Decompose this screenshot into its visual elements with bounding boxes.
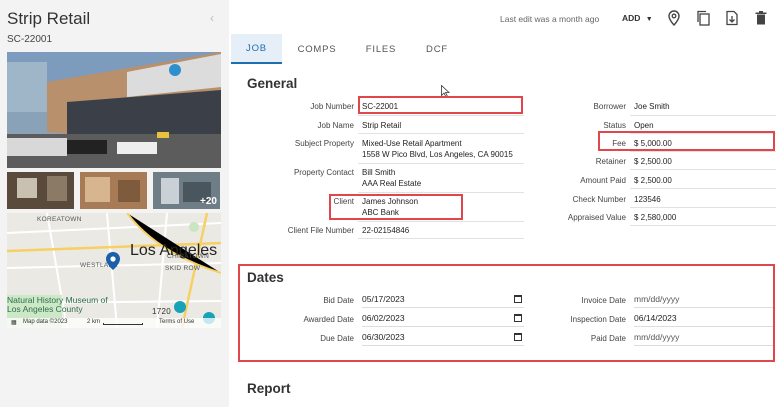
client-file-number-label: Client File Number xyxy=(287,226,354,235)
divider xyxy=(358,133,524,134)
keyboard-icon[interactable]: ▦ xyxy=(11,319,17,326)
subject-property-label: Subject Property xyxy=(294,139,354,148)
map-label: Natural History Museum of Los Angeles Co… xyxy=(7,295,108,314)
property-contact-label: Property Contact xyxy=(293,168,354,177)
divider xyxy=(358,238,524,239)
map-footer: ▦ Map data ©2023 2 km Terms of Use xyxy=(7,318,221,328)
add-button[interactable]: ADD ▼ xyxy=(622,13,653,23)
map-label: SKID ROW xyxy=(165,265,201,272)
gallery-thumb-more[interactable]: +20 xyxy=(153,172,220,209)
map-scale: 2 km xyxy=(87,319,101,325)
map-terms-link[interactable]: Terms of Use xyxy=(159,319,194,325)
add-button-label: ADD xyxy=(622,13,641,23)
map-label: KOREATOWN xyxy=(37,216,82,223)
tab-comps[interactable]: COMPS xyxy=(291,34,343,64)
gallery-thumb[interactable] xyxy=(80,172,147,209)
more-photos-count: +20 xyxy=(200,196,217,207)
appraised-value-field[interactable]: $ 2,580,000 xyxy=(634,212,676,223)
divider xyxy=(358,163,524,164)
status-field[interactable]: Open xyxy=(634,120,654,131)
retainer-field[interactable]: $ 2,500.00 xyxy=(634,156,672,167)
retainer-label: Retainer xyxy=(595,157,626,166)
check-number-label: Check Number xyxy=(572,195,626,204)
subject-property-address[interactable]: 1558 W Pico Blvd, Los Angeles, CA 90015 xyxy=(362,149,513,160)
property-contact-company[interactable]: AAA Real Estate xyxy=(362,178,421,189)
status-label: Status xyxy=(603,121,626,130)
job-name-field[interactable]: Strip Retail xyxy=(362,120,401,131)
copy-icon[interactable] xyxy=(695,10,711,26)
property-panel: Strip Retail SC-22001 ‹ +20 KOREATOWN WE… xyxy=(0,0,229,407)
map-label: Los Angeles xyxy=(130,242,218,259)
divider xyxy=(630,225,776,226)
chevron-left-icon[interactable]: ‹ xyxy=(210,11,214,25)
tab-job[interactable]: JOB xyxy=(231,34,282,64)
gallery-thumb[interactable] xyxy=(7,172,74,209)
map-pin-icon[interactable] xyxy=(106,252,120,270)
trash-icon[interactable] xyxy=(753,10,769,26)
subject-property-name[interactable]: Mixed-Use Retail Apartment xyxy=(362,138,462,149)
location-pin-icon[interactable] xyxy=(666,10,682,26)
divider xyxy=(630,115,776,116)
map-label: 1720 xyxy=(152,307,171,316)
map-attribution: Map data ©2023 xyxy=(23,319,68,325)
divider xyxy=(358,192,524,193)
property-main-photo[interactable] xyxy=(7,52,221,168)
tab-files[interactable]: FILES xyxy=(358,34,404,64)
property-id: SC-22001 xyxy=(7,34,53,45)
caret-down-icon: ▼ xyxy=(645,16,653,23)
divider xyxy=(630,169,776,170)
poi-icon xyxy=(174,301,186,313)
job-number-label: Job Number xyxy=(310,102,354,111)
property-contact-name[interactable]: Bill Smith xyxy=(362,167,395,178)
divider xyxy=(630,188,776,189)
divider xyxy=(358,115,524,116)
highlight-fee xyxy=(598,131,775,151)
highlight-job-number xyxy=(358,96,523,114)
highlight-client xyxy=(329,194,463,220)
client-file-number-field[interactable]: 22-02154846 xyxy=(362,225,409,236)
borrower-field[interactable]: Joe Smith xyxy=(634,101,670,112)
report-section-title: Report xyxy=(247,381,291,396)
divider xyxy=(358,221,524,222)
amount-paid-field[interactable]: $ 2,500.00 xyxy=(634,175,672,186)
tab-dcf[interactable]: DCF xyxy=(419,34,455,64)
borrower-label: Borrower xyxy=(593,102,626,111)
map-scale-bar xyxy=(103,323,143,325)
divider xyxy=(630,151,776,152)
amount-paid-label: Amount Paid xyxy=(580,176,626,185)
property-title: Strip Retail xyxy=(7,9,91,28)
appraised-value-label: Appraised Value xyxy=(567,213,626,222)
highlight-dates xyxy=(238,264,775,362)
last-edit-status: Last edit was a month ago xyxy=(500,14,600,24)
check-number-field[interactable]: 123546 xyxy=(634,194,661,205)
general-section-title: General xyxy=(247,76,298,91)
job-name-label: Job Name xyxy=(317,121,354,130)
location-map[interactable]: KOREATOWN WESTLAKE CHINATOWN Los Angeles… xyxy=(7,213,221,328)
divider xyxy=(630,207,776,208)
download-icon[interactable] xyxy=(724,10,740,26)
